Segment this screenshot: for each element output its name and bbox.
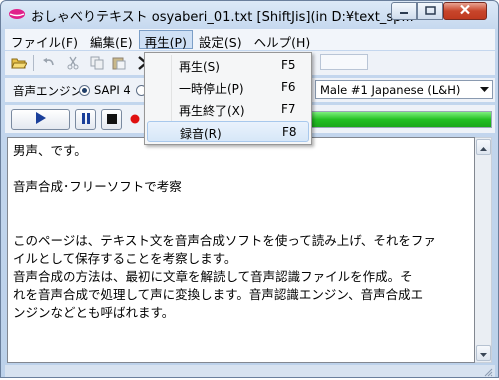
stop-icon [106, 113, 117, 127]
menu-bar: ファイル(F) 編集(E) 再生(P) 設定(S) ヘルプ(H) [5, 29, 495, 50]
menu-item-label: 再生(S) [179, 60, 220, 74]
play-button[interactable] [11, 109, 70, 130]
close-button[interactable] [443, 2, 487, 20]
editor-line: 男声、です。 [13, 143, 87, 158]
menu-item-play[interactable]: 再生(S) F5 [147, 55, 309, 76]
menu-playback[interactable]: 再生(P) [138, 30, 193, 50]
menu-item-label: 一時停止(P) [179, 82, 244, 96]
play-icon [35, 112, 47, 127]
stop-button[interactable] [101, 109, 122, 130]
menu-item-label: 録音(R) [180, 127, 222, 141]
editor-line: 音声合成･フリーソフトで考察 [13, 179, 182, 194]
pause-icon [81, 112, 91, 127]
menu-settings[interactable]: 設定(S) [193, 30, 248, 50]
record-icon [130, 113, 140, 127]
scroll-up-arrow-icon [480, 140, 487, 154]
copy-icon[interactable] [89, 56, 105, 70]
playback-menu: 再生(S) F5 一時停止(P) F6 再生終了(X) F7 録音(R) F8 [144, 52, 312, 145]
minimize-icon [399, 4, 409, 18]
menu-item-shortcut: F7 [281, 102, 296, 116]
cut-icon[interactable] [65, 56, 81, 70]
voice-select[interactable]: Male #1 Japanese (L&H) [315, 80, 493, 99]
editor-line: イルとして保存することを考察します。 [13, 251, 237, 266]
title-bar[interactable]: おしゃべりテキスト osyaberi_01.txt [ShiftJis](in … [1, 1, 498, 27]
menu-item-shortcut: F6 [281, 80, 296, 94]
menu-item-label: 再生終了(X) [179, 104, 245, 118]
open-folder-icon[interactable] [11, 56, 28, 70]
scroll-up-button[interactable] [476, 139, 491, 155]
menu-edit[interactable]: 編集(E) [84, 30, 139, 50]
text-editor[interactable]: 男声、です。音声合成･フリーソフトで考察このページは、テキスト文を音声合成ソフト… [7, 137, 475, 363]
engine-label: 音声エンジン [13, 84, 82, 98]
toolbar-separator [33, 55, 34, 71]
menu-item-pause[interactable]: 一時停止(P) F6 [147, 77, 309, 98]
menu-item-shortcut: F5 [281, 58, 296, 72]
editor-line: 音声合成の方法は、最初に文章を解読して音声認識ファイルを作成。そ [13, 269, 413, 284]
menu-item-stop[interactable]: 再生終了(X) F7 [147, 99, 309, 120]
status-bar [5, 365, 495, 377]
menu-item-record[interactable]: 録音(R) F8 [147, 121, 309, 142]
editor-line: ンジンなどとも呼ばれます。 [13, 305, 175, 320]
sapi4-radio-label[interactable]: SAPI 4 [94, 83, 131, 97]
maximize-button[interactable] [417, 2, 443, 20]
minimize-button[interactable] [391, 2, 417, 20]
scroll-down-arrow-icon [480, 346, 487, 360]
sapi4-radio[interactable] [79, 85, 90, 96]
undo-icon[interactable] [41, 56, 57, 70]
window-title: おしゃべりテキスト osyaberi_01.txt [ShiftJis](in … [31, 10, 414, 25]
chevron-down-icon[interactable] [476, 81, 492, 98]
menu-file[interactable]: ファイル(F) [5, 30, 84, 50]
progress-fill [311, 112, 491, 127]
app-window: おしゃべりテキスト osyaberi_01.txt [ShiftJis](in … [0, 0, 499, 378]
scroll-down-button[interactable] [476, 345, 491, 361]
pause-button[interactable] [75, 109, 96, 130]
close-icon [459, 4, 471, 18]
menu-help[interactable]: ヘルプ(H) [248, 30, 317, 50]
vertical-scrollbar[interactable] [475, 137, 492, 363]
maximize-icon [424, 4, 436, 18]
editor-line: れを音声合成で処理して声に変換します。音声認識エンジン、音声合成エ [13, 287, 424, 302]
toolbar-field[interactable] [320, 54, 368, 70]
voice-select-value: Male #1 Japanese (L&H) [320, 83, 461, 97]
app-lips-icon [8, 7, 26, 21]
paste-icon[interactable] [111, 56, 127, 70]
resize-grip-icon[interactable] [483, 366, 493, 377]
editor-line: このページは、テキスト文を音声合成ソフトを使って読み上げ、それをファ [13, 233, 436, 248]
progress-bar [310, 111, 492, 128]
record-button[interactable] [127, 109, 143, 130]
menu-item-shortcut: F8 [282, 125, 297, 139]
